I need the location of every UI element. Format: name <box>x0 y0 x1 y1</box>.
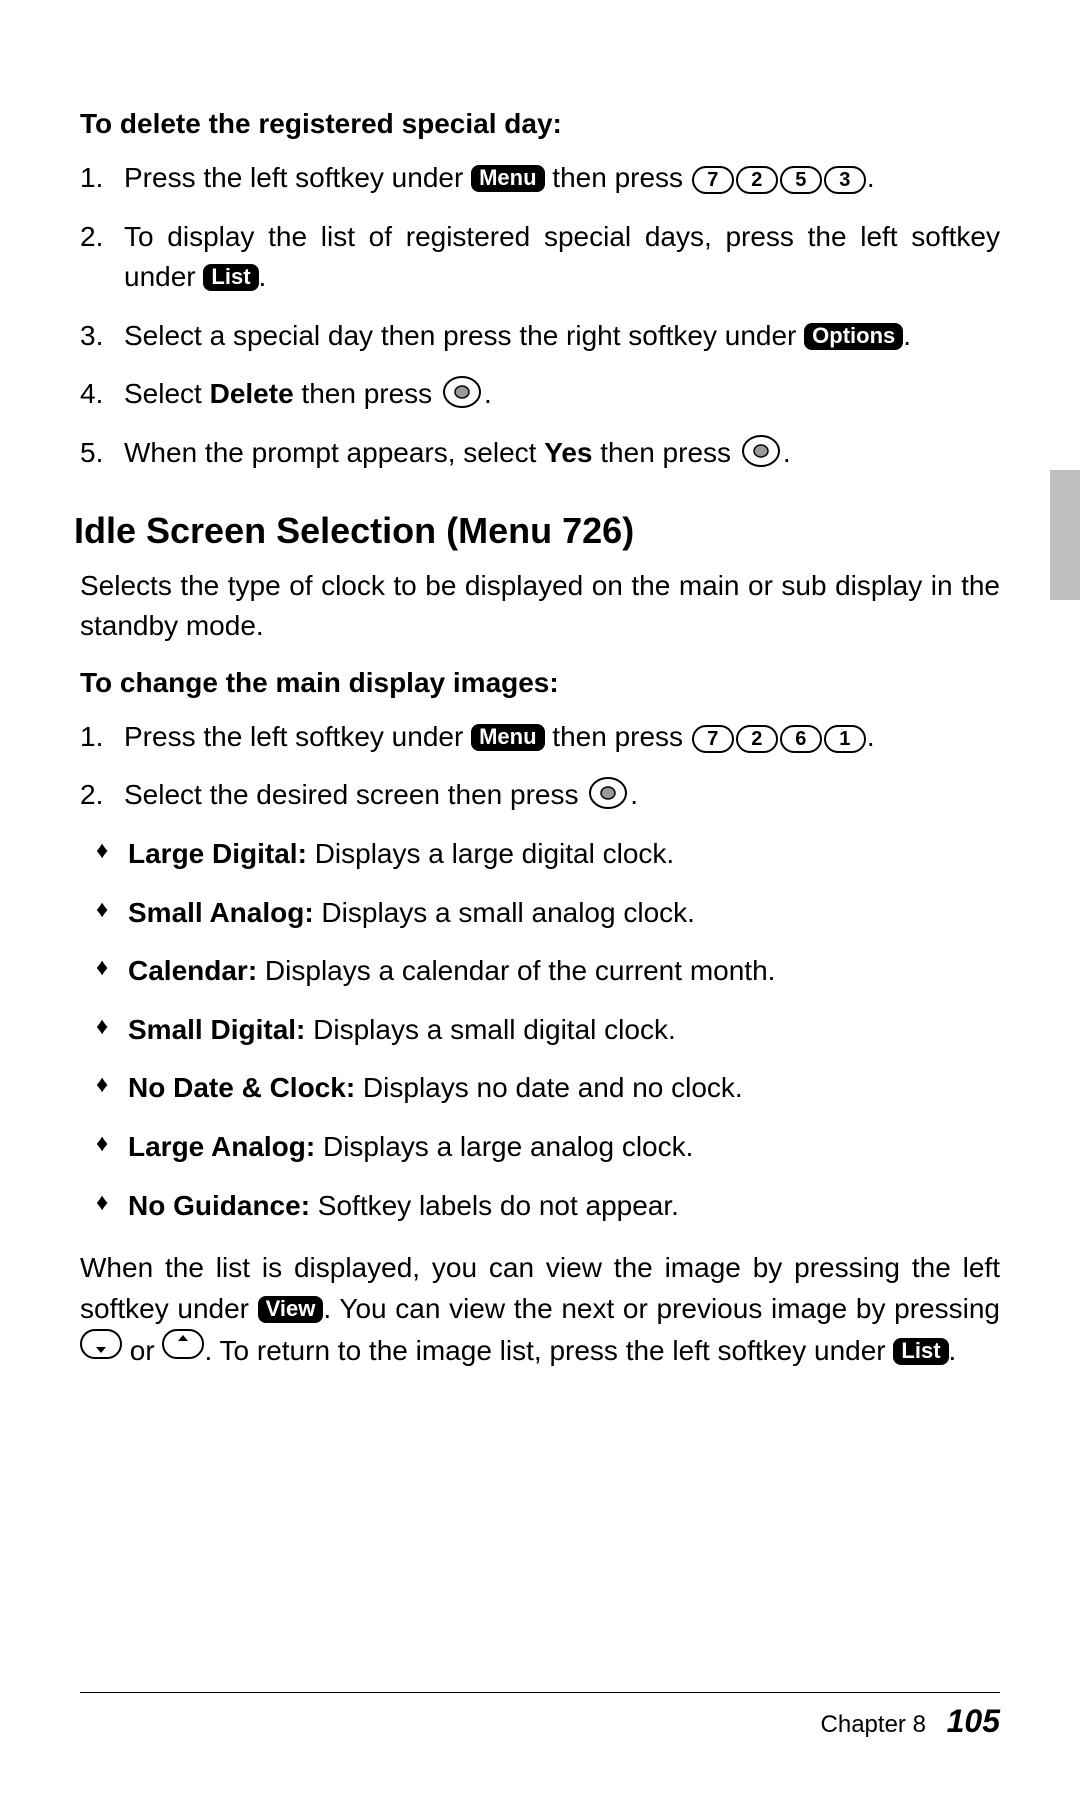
ok-button-icon <box>442 375 482 409</box>
option-desc: Displays a large analog clock. <box>315 1131 693 1162</box>
text: When the prompt appears, select <box>124 437 544 468</box>
option-desc: Displays a calendar of the current month… <box>257 955 775 986</box>
keypad-6-icon: 6 <box>780 725 822 753</box>
page-number: 105 <box>947 1703 1000 1739</box>
option-name: Large Digital: <box>128 838 307 869</box>
thumb-tab <box>1050 470 1080 600</box>
option-small-digital: Small Digital: Displays a small digital … <box>90 1010 1000 1051</box>
page-footer: Chapter 8 105 <box>80 1692 1000 1740</box>
option-name: Calendar: <box>128 955 257 986</box>
option-desc: Displays no date and no clock. <box>355 1072 743 1103</box>
keypad-3-icon: 3 <box>824 166 866 194</box>
delete-step-5: When the prompt appears, select Yes then… <box>80 433 1000 474</box>
view-softkey-label: View <box>258 1296 324 1323</box>
option-desc: Displays a large digital clock. <box>307 838 674 869</box>
text: . <box>903 320 911 351</box>
text: Select the desired screen then press <box>124 779 586 810</box>
option-name: Small Digital: <box>128 1014 305 1045</box>
option-large-analog: Large Analog: Displays a large analog cl… <box>90 1127 1000 1168</box>
yes-bold: Yes <box>544 437 592 468</box>
keypad-2-icon: 2 <box>736 725 778 753</box>
text: Select <box>124 378 210 409</box>
delete-special-day-heading: To delete the registered special day: <box>80 108 1000 140</box>
keypad-5-icon: 5 <box>780 166 822 194</box>
text: . <box>867 721 875 752</box>
idle-screen-title: Idle Screen Selection (Menu 726) <box>74 510 1000 552</box>
text: then press <box>294 378 440 409</box>
delete-bold: Delete <box>210 378 294 409</box>
options-softkey-label: Options <box>804 323 903 350</box>
keypad-1-icon: 1 <box>824 725 866 753</box>
text: . <box>259 261 267 292</box>
text: . You can view the next or previous imag… <box>323 1293 1000 1324</box>
ok-button-icon <box>588 776 628 810</box>
option-no-date-clock: No Date & Clock: Displays no date and no… <box>90 1068 1000 1109</box>
text: then press <box>593 437 739 468</box>
option-desc: Displays a small analog clock. <box>314 897 695 928</box>
text: then press <box>545 721 691 752</box>
page-content: To delete the registered special day: Pr… <box>0 0 1080 1372</box>
list-softkey-label: List <box>893 1338 948 1365</box>
change-display-steps: Press the left softkey under Menu then p… <box>80 717 1000 816</box>
nav-down-icon <box>80 1329 122 1359</box>
keypad-7-icon: 7 <box>692 166 734 194</box>
option-small-analog: Small Analog: Displays a small analog cl… <box>90 893 1000 934</box>
delete-steps-list: Press the left softkey under Menu then p… <box>80 158 1000 474</box>
idle-screen-intro: Selects the type of clock to be displaye… <box>80 566 1000 647</box>
option-name: No Guidance: <box>128 1190 310 1221</box>
text: Select a special day then press the righ… <box>124 320 804 351</box>
option-name: Small Analog: <box>128 897 314 928</box>
text: . <box>630 779 638 810</box>
ok-button-icon <box>741 434 781 468</box>
text: . To return to the image list, press the… <box>204 1335 893 1366</box>
keypad-2-icon: 2 <box>736 166 778 194</box>
menu-softkey-label: Menu <box>471 165 544 192</box>
delete-step-1: Press the left softkey under Menu then p… <box>80 158 1000 199</box>
text: Press the left softkey under <box>124 721 471 752</box>
text: or <box>122 1335 162 1366</box>
option-desc: Softkey labels do not appear. <box>310 1190 679 1221</box>
text: Press the left softkey under <box>124 162 471 193</box>
text: . <box>783 437 791 468</box>
screen-options-list: Large Digital: Displays a large digital … <box>90 834 1000 1226</box>
change-step-2: Select the desired screen then press . <box>80 775 1000 816</box>
change-step-1: Press the left softkey under Menu then p… <box>80 717 1000 758</box>
option-no-guidance: No Guidance: Softkey labels do not appea… <box>90 1186 1000 1227</box>
text: then press <box>545 162 691 193</box>
delete-step-3: Select a special day then press the righ… <box>80 316 1000 357</box>
text: . <box>949 1335 957 1366</box>
text: . <box>484 378 492 409</box>
delete-step-2: To display the list of registered specia… <box>80 217 1000 298</box>
option-calendar: Calendar: Displays a calendar of the cur… <box>90 951 1000 992</box>
keypad-7-icon: 7 <box>692 725 734 753</box>
list-softkey-label: List <box>203 264 258 291</box>
option-desc: Displays a small digital clock. <box>305 1014 675 1045</box>
nav-up-icon <box>162 1329 204 1359</box>
chapter-label: Chapter 8 <box>821 1711 926 1738</box>
change-display-subhead: To change the main display images: <box>80 667 1000 699</box>
text: . <box>867 162 875 193</box>
option-name: No Date & Clock: <box>128 1072 355 1103</box>
option-name: Large Analog: <box>128 1131 315 1162</box>
tail-paragraph: When the list is displayed, you can view… <box>80 1248 1000 1372</box>
menu-softkey-label: Menu <box>471 724 544 751</box>
option-large-digital: Large Digital: Displays a large digital … <box>90 834 1000 875</box>
delete-step-4: Select Delete then press . <box>80 374 1000 415</box>
